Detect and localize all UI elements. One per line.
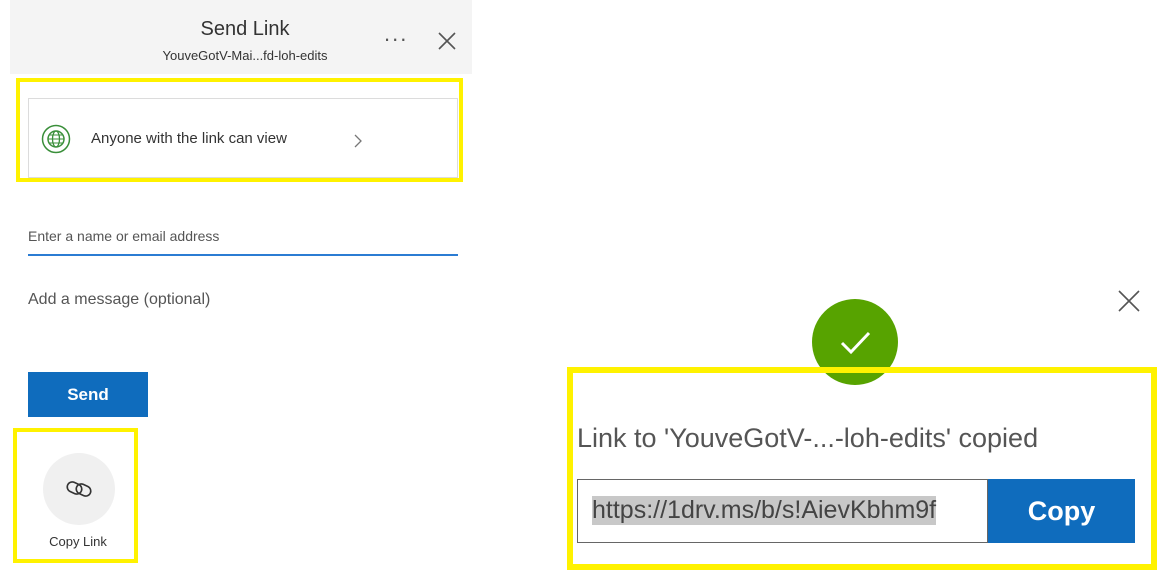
chevron-right-icon — [354, 134, 362, 148]
message-input[interactable] — [28, 284, 458, 316]
send-button[interactable]: Send — [28, 372, 148, 417]
link-url-text: https://1drv.ms/b/s!AievKbhm9f — [592, 496, 937, 525]
dialog-file-name: YouveGotV-Mai...fd-loh-edits — [162, 48, 328, 63]
close-icon[interactable] — [437, 31, 457, 51]
close-icon[interactable] — [1116, 288, 1142, 314]
copy-button[interactable]: Copy — [988, 479, 1135, 543]
dialog-title: Send Link — [200, 18, 290, 40]
link-chain-icon — [66, 481, 92, 497]
copied-confirmation-message: Link to 'YouveGotV-...-loh-edits' copied — [577, 423, 1039, 453]
copy-link-label: Copy Link — [49, 534, 107, 549]
link-url-field[interactable]: https://1drv.ms/b/s!AievKbhm9f — [577, 479, 988, 543]
recipient-input[interactable] — [28, 218, 458, 256]
link-settings-label: Anyone with the link can view — [91, 130, 287, 147]
globe-icon — [41, 124, 71, 154]
more-options-button[interactable]: ... — [384, 23, 408, 45]
